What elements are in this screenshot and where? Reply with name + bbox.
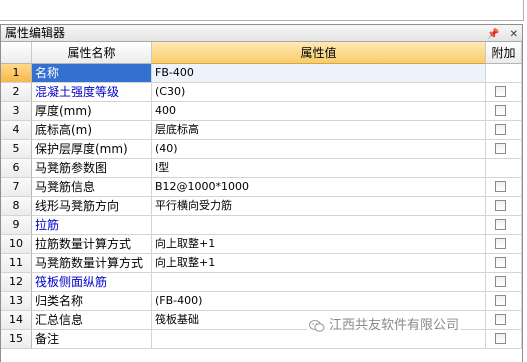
row-number[interactable]: 2 bbox=[1, 83, 32, 102]
property-value[interactable]: 平行横向受力筋 bbox=[152, 197, 486, 216]
add-checkbox[interactable] bbox=[495, 276, 506, 287]
table-row[interactable]: 4 底标高(m) 层底标高 bbox=[1, 121, 522, 140]
row-number[interactable]: 14 bbox=[1, 311, 32, 330]
add-cell bbox=[486, 64, 522, 83]
add-cell bbox=[486, 254, 522, 273]
add-checkbox[interactable] bbox=[495, 181, 506, 192]
add-checkbox[interactable] bbox=[495, 200, 506, 211]
property-value[interactable]: 向上取整+1 bbox=[152, 254, 486, 273]
watermark: 江西共友软件有限公司 bbox=[307, 317, 462, 335]
add-cell bbox=[486, 330, 522, 349]
watermark-text: 江西共友软件有限公司 bbox=[329, 318, 460, 333]
property-name[interactable]: 底标高(m) bbox=[32, 121, 152, 140]
property-name[interactable]: 备注 bbox=[32, 330, 152, 349]
table-row[interactable]: 7 马凳筋信息 B12@1000*1000 bbox=[1, 178, 522, 197]
property-value[interactable]: 400 bbox=[152, 102, 486, 121]
table-row[interactable]: 13 归类名称 (FB-400) bbox=[1, 292, 522, 311]
property-name[interactable]: 马凳筋信息 bbox=[32, 178, 152, 197]
panel-titlebar: 属性编辑器 📌 ✕ bbox=[1, 25, 522, 42]
property-name[interactable]: 归类名称 bbox=[32, 292, 152, 311]
table-row[interactable]: 1 名称 FB-400 bbox=[1, 64, 522, 83]
table-row[interactable]: 12 筏板侧面纵筋 bbox=[1, 273, 522, 292]
wechat-icon bbox=[309, 319, 325, 332]
property-name[interactable]: 名称 bbox=[32, 64, 152, 83]
property-rows: 1 名称 FB-400 2 混凝土强度等级 (C30) 3 厚度(mm) 400 4 底标高(m) 层… bbox=[1, 64, 522, 349]
row-number[interactable]: 5 bbox=[1, 140, 32, 159]
add-checkbox[interactable] bbox=[495, 143, 506, 154]
property-value[interactable]: (C30) bbox=[152, 83, 486, 102]
close-icon[interactable]: ✕ bbox=[510, 27, 518, 43]
property-value[interactable] bbox=[152, 216, 486, 235]
table-row[interactable]: 9 拉筋 bbox=[1, 216, 522, 235]
add-cell bbox=[486, 83, 522, 102]
add-checkbox[interactable] bbox=[495, 257, 506, 268]
property-name[interactable]: 筏板侧面纵筋 bbox=[32, 273, 152, 292]
header-property-value[interactable]: 属性值 bbox=[152, 42, 486, 64]
row-number[interactable]: 13 bbox=[1, 292, 32, 311]
add-cell bbox=[486, 197, 522, 216]
property-value[interactable]: 向上取整+1 bbox=[152, 235, 486, 254]
row-number[interactable]: 15 bbox=[1, 330, 32, 349]
add-cell bbox=[486, 178, 522, 197]
table-row[interactable]: 10 拉筋数量计算方式 向上取整+1 bbox=[1, 235, 522, 254]
header-row-number bbox=[1, 42, 32, 64]
row-number[interactable]: 1 bbox=[1, 64, 32, 83]
property-name[interactable]: 厚度(mm) bbox=[32, 102, 152, 121]
property-value[interactable]: 层底标高 bbox=[152, 121, 486, 140]
property-name[interactable]: 汇总信息 bbox=[32, 311, 152, 330]
add-cell bbox=[486, 159, 522, 178]
add-checkbox[interactable] bbox=[495, 314, 506, 325]
row-number[interactable]: 3 bbox=[1, 102, 32, 121]
table-row[interactable]: 3 厚度(mm) 400 bbox=[1, 102, 522, 121]
header-add[interactable]: 附加 bbox=[486, 42, 522, 64]
property-value[interactable]: B12@1000*1000 bbox=[152, 178, 486, 197]
property-value[interactable]: Ⅰ型 bbox=[152, 159, 486, 178]
row-number[interactable]: 11 bbox=[1, 254, 32, 273]
table-row[interactable]: 5 保护层厚度(mm) (40) bbox=[1, 140, 522, 159]
table-row[interactable]: 6 马凳筋参数图 Ⅰ型 bbox=[1, 159, 522, 178]
add-cell bbox=[486, 216, 522, 235]
add-checkbox[interactable] bbox=[495, 219, 506, 230]
property-name[interactable]: 混凝土强度等级 bbox=[32, 83, 152, 102]
table-row[interactable]: 2 混凝土强度等级 (C30) bbox=[1, 83, 522, 102]
add-checkbox[interactable] bbox=[495, 124, 506, 135]
add-cell bbox=[486, 102, 522, 121]
row-number[interactable]: 6 bbox=[1, 159, 32, 178]
add-cell bbox=[486, 140, 522, 159]
add-checkbox[interactable] bbox=[495, 295, 506, 306]
add-cell bbox=[486, 273, 522, 292]
property-name[interactable]: 保护层厚度(mm) bbox=[32, 140, 152, 159]
property-name[interactable]: 拉筋数量计算方式 bbox=[32, 235, 152, 254]
property-value[interactable]: FB-400 bbox=[152, 64, 486, 83]
row-number[interactable]: 7 bbox=[1, 178, 32, 197]
property-editor-panel: 属性编辑器 📌 ✕ 属性名称 属性值 附加 1 名称 FB-400 2 混凝土强度等级(… bbox=[0, 24, 523, 362]
property-value[interactable] bbox=[152, 273, 486, 292]
add-checkbox[interactable] bbox=[495, 238, 506, 249]
add-checkbox[interactable] bbox=[495, 333, 506, 344]
add-cell bbox=[486, 311, 522, 330]
row-number[interactable]: 4 bbox=[1, 121, 32, 140]
add-cell bbox=[486, 292, 522, 311]
row-number[interactable]: 12 bbox=[1, 273, 32, 292]
panel-title: 属性编辑器 bbox=[5, 26, 66, 40]
table-row[interactable]: 11 马凳筋数量计算方式 向上取整+1 bbox=[1, 254, 522, 273]
add-checkbox[interactable] bbox=[495, 86, 506, 97]
property-value[interactable]: (40) bbox=[152, 140, 486, 159]
add-cell bbox=[486, 121, 522, 140]
property-name[interactable]: 线形马凳筋方向 bbox=[32, 197, 152, 216]
top-strip bbox=[0, 0, 524, 21]
property-name[interactable]: 马凳筋数量计算方式 bbox=[32, 254, 152, 273]
header-property-name[interactable]: 属性名称 bbox=[32, 42, 152, 64]
property-name[interactable]: 拉筋 bbox=[32, 216, 152, 235]
add-cell bbox=[486, 235, 522, 254]
property-name[interactable]: 马凳筋参数图 bbox=[32, 159, 152, 178]
add-checkbox[interactable] bbox=[495, 105, 506, 116]
row-number[interactable]: 8 bbox=[1, 197, 32, 216]
row-number[interactable]: 10 bbox=[1, 235, 32, 254]
property-value[interactable]: (FB-400) bbox=[152, 292, 486, 311]
pin-icon[interactable]: 📌 bbox=[487, 27, 499, 43]
table-row[interactable]: 8 线形马凳筋方向 平行横向受力筋 bbox=[1, 197, 522, 216]
row-number[interactable]: 9 bbox=[1, 216, 32, 235]
